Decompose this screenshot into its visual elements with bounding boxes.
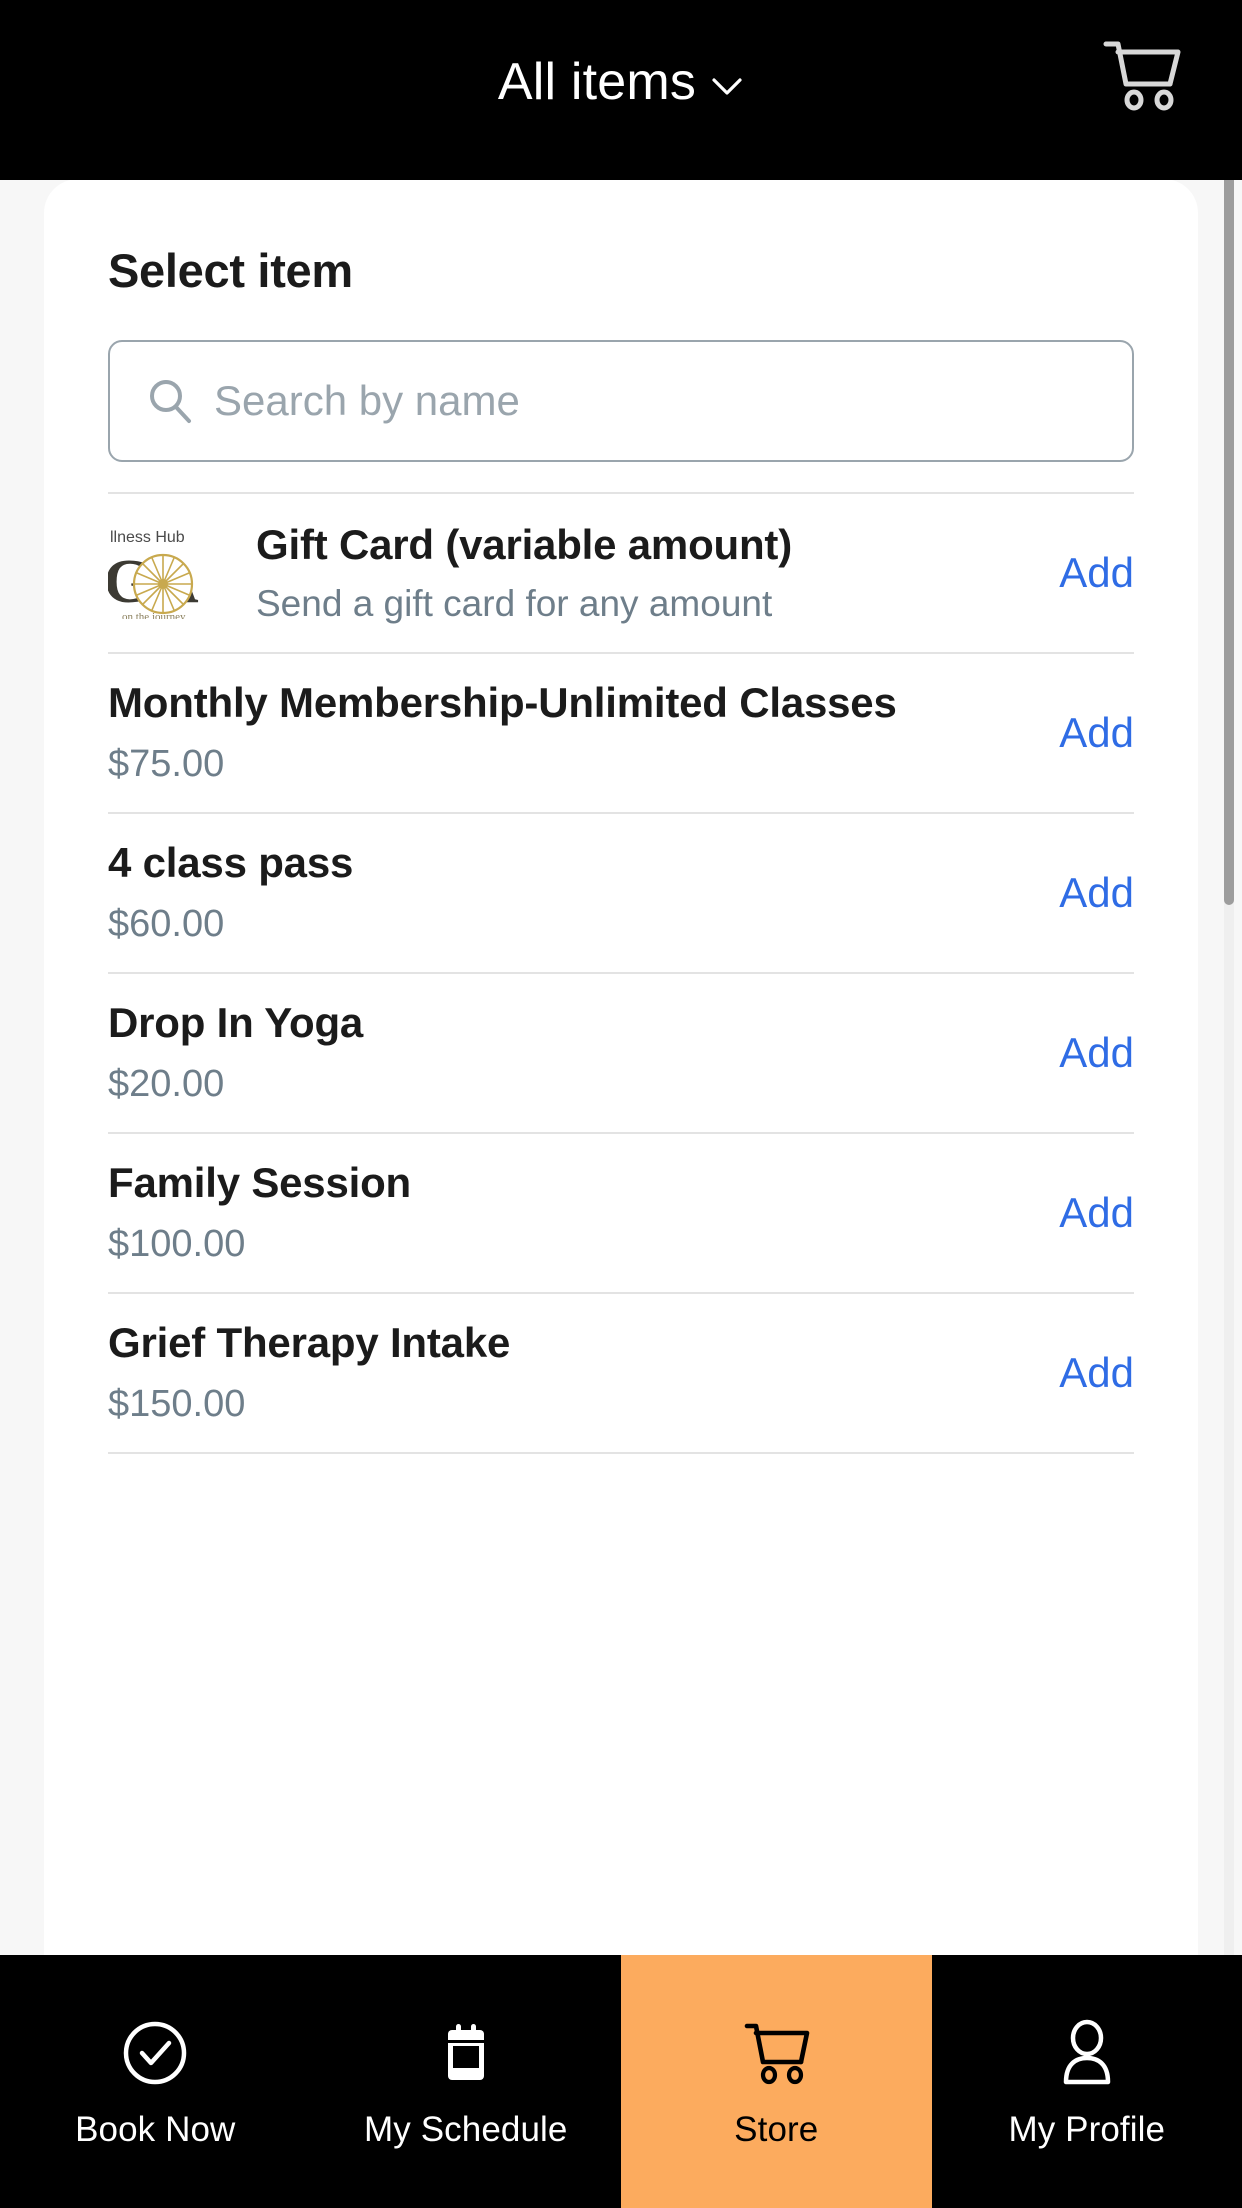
- item-details: Monthly Membership-Unlimited Classes $75…: [108, 678, 984, 787]
- calendar-icon: [429, 2016, 503, 2090]
- nav-item-book-now[interactable]: Book Now: [0, 1955, 311, 2208]
- search-input[interactable]: [214, 377, 1098, 425]
- items-list: GA llness Hub: [108, 492, 1134, 1612]
- item-subtitle: Send a gift card for any amount: [256, 582, 773, 624]
- yoga-studio-logo-icon: GA llness Hub: [108, 527, 232, 619]
- add-button[interactable]: Add: [984, 869, 1134, 917]
- person-icon: [1050, 2016, 1124, 2090]
- check-circle-icon: [118, 2016, 192, 2090]
- nav-label: Book Now: [75, 2110, 236, 2149]
- add-button[interactable]: Add: [984, 549, 1134, 597]
- bottom-navigation-bar: Book Now My Schedule Store My Profile: [0, 1955, 1242, 2208]
- chevron-down-icon[interactable]: [710, 69, 744, 103]
- nav-label: My Profile: [1008, 2110, 1166, 2149]
- item-name: Monthly Membership-Unlimited Classes: [108, 679, 897, 727]
- item-details: Gift Card (variable amount) Send a gift …: [256, 520, 984, 626]
- item-name: Gift Card (variable amount): [256, 521, 793, 569]
- list-item[interactable]: GA llness Hub: [108, 492, 1134, 652]
- sheet-content: Select item GA llness Hub: [44, 180, 1198, 1955]
- category-filter-button[interactable]: All items: [0, 56, 1242, 108]
- item-price: $150.00: [108, 1382, 246, 1425]
- add-button[interactable]: Add: [984, 1349, 1134, 1397]
- list-item[interactable]: Drop In Yoga $20.00 Add: [108, 972, 1134, 1132]
- item-price: $75.00: [108, 742, 225, 785]
- search-field-container[interactable]: [108, 340, 1134, 462]
- header-title: All items: [497, 53, 697, 111]
- list-item[interactable]: Monthly Membership-Unlimited Classes $75…: [108, 652, 1134, 812]
- top-header-bar: All items: [0, 0, 1242, 180]
- add-button[interactable]: Add: [984, 1189, 1134, 1237]
- mandala-wheel-icon: [132, 553, 194, 615]
- item-details: 4 class pass $60.00: [108, 838, 984, 947]
- item-details: Family Session $100.00: [108, 1158, 984, 1267]
- nav-item-my-profile[interactable]: My Profile: [931, 1955, 1242, 2208]
- item-details: Drop In Yoga $20.00: [108, 998, 984, 1107]
- logo-top-text: llness Hub: [110, 529, 185, 546]
- item-name: 4 class pass: [108, 839, 354, 887]
- item-thumbnail: GA llness Hub: [108, 527, 232, 619]
- scrollbar-thumb[interactable]: [1224, 180, 1234, 905]
- search-icon: [144, 375, 196, 427]
- shopping-cart-icon: [739, 2016, 813, 2090]
- item-price: $60.00: [108, 902, 225, 945]
- list-item[interactable]: Grief Therapy Intake $150.00 Add: [108, 1292, 1134, 1452]
- list-item[interactable]: Family Session $100.00 Add: [108, 1132, 1134, 1292]
- nav-label: My Schedule: [364, 2110, 568, 2149]
- list-item[interactable]: [108, 1452, 1134, 1612]
- add-button[interactable]: Add: [984, 1029, 1134, 1077]
- page-title: Select item: [108, 244, 353, 297]
- item-selection-sheet: Select item GA llness Hub: [0, 180, 1242, 1955]
- item-name: Drop In Yoga: [108, 999, 364, 1047]
- nav-item-store[interactable]: Store: [621, 1955, 932, 2208]
- item-details: Grief Therapy Intake $150.00: [108, 1318, 984, 1427]
- item-price: $100.00: [108, 1222, 246, 1265]
- item-name: Grief Therapy Intake: [108, 1319, 511, 1367]
- cart-button[interactable]: [1098, 38, 1184, 112]
- sheet-header: Select item: [44, 180, 1198, 298]
- nav-label: Store: [734, 2110, 819, 2149]
- logo-arc-text: on the journey: [122, 611, 186, 619]
- list-item[interactable]: 4 class pass $60.00 Add: [108, 812, 1134, 972]
- add-button[interactable]: Add: [984, 709, 1134, 757]
- item-name: Family Session: [108, 1159, 411, 1207]
- item-price: $20.00: [108, 1062, 225, 1105]
- nav-item-my-schedule[interactable]: My Schedule: [310, 1955, 621, 2208]
